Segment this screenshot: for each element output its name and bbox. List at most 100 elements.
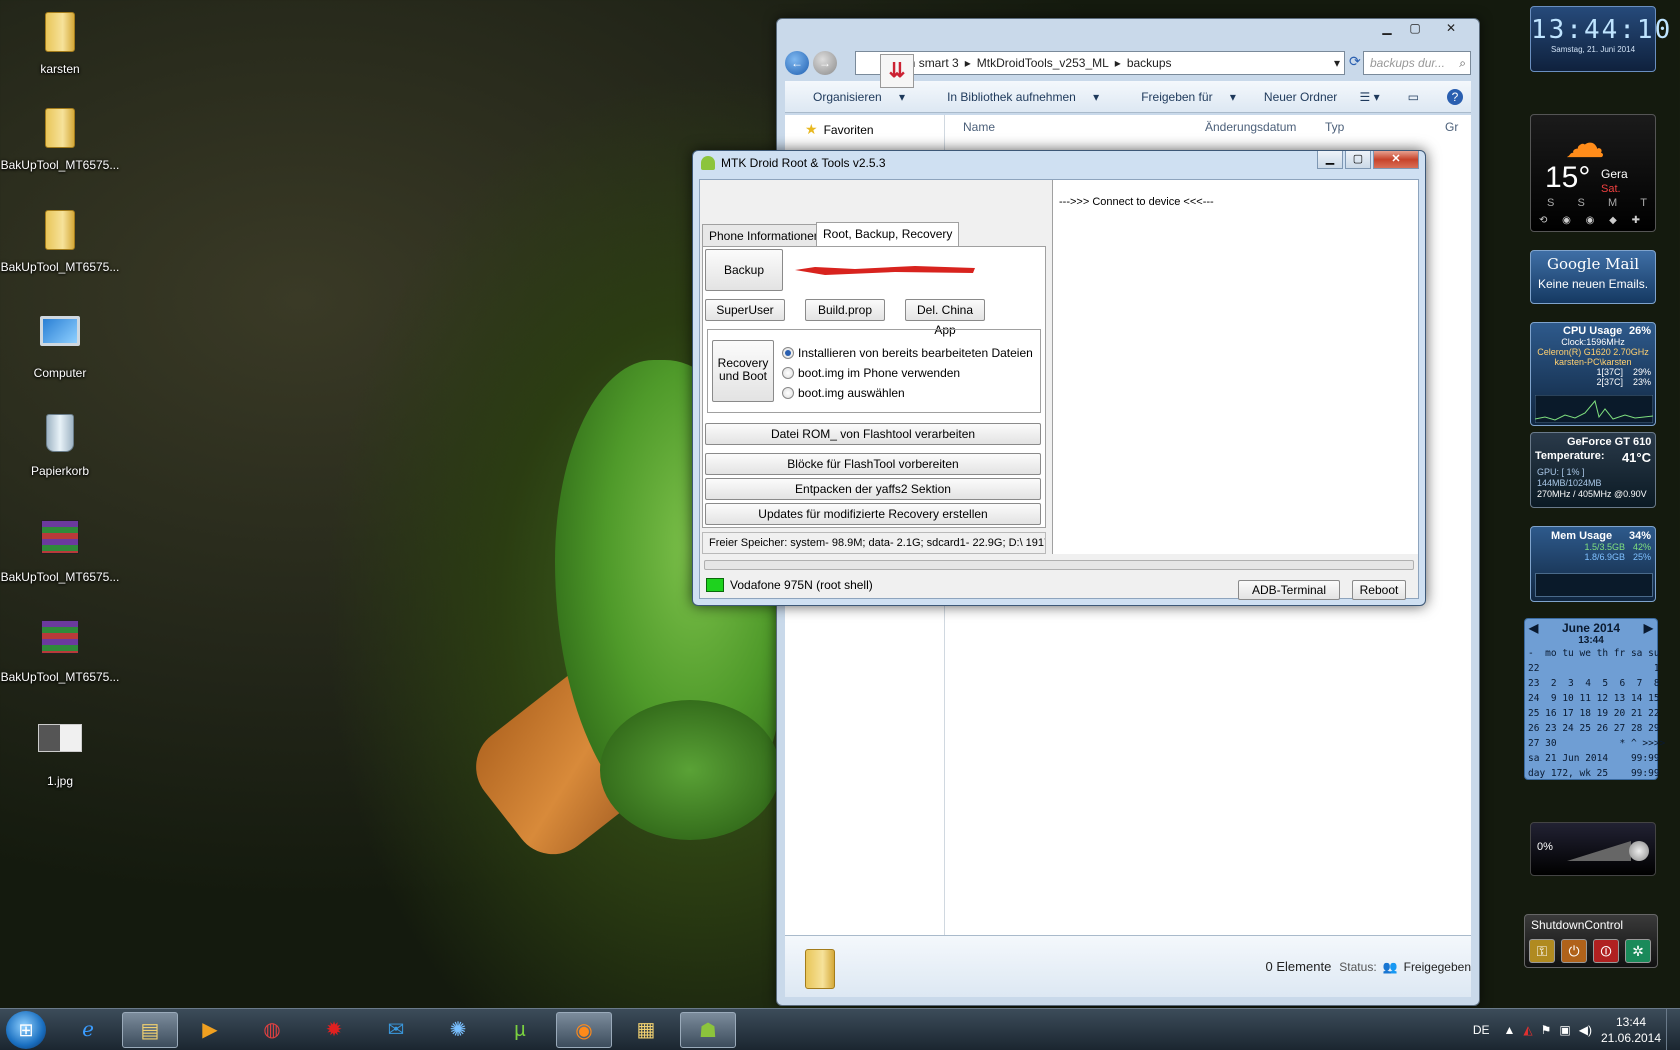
- folder-app-icon[interactable]: ▦: [618, 1012, 674, 1048]
- updates-recovery-button[interactable]: Updates für modifizierte Recovery erstel…: [705, 503, 1041, 525]
- cpu-usage-gadget[interactable]: CPU Usage 26% Clock:1596MHz Celeron(R) G…: [1530, 322, 1656, 426]
- unpack-yaffs2-button[interactable]: Entpacken der yaffs2 Sektion: [705, 478, 1041, 500]
- restart-icon[interactable]: ✲: [1625, 939, 1651, 963]
- search-input[interactable]: backups dur... ⌕: [1363, 51, 1471, 75]
- maximize-icon[interactable]: ▢: [1401, 19, 1429, 37]
- del-china-app-button[interactable]: Del. China App: [905, 299, 985, 337]
- mem-line-value: 1.8/6.9GB: [1584, 552, 1625, 562]
- refresh-icon[interactable]: ⟳: [1349, 53, 1361, 70]
- desktop-icon-karsten[interactable]: karsten: [0, 8, 120, 76]
- tab-phone-info[interactable]: Phone Informationen: [702, 224, 828, 246]
- preview-pane-icon[interactable]: ▭: [1408, 90, 1419, 104]
- browser-globe-icon[interactable]: ◍: [244, 1012, 300, 1048]
- volume-icon[interactable]: ◀): [1579, 1023, 1592, 1037]
- chevron-down-icon[interactable]: ▾: [1334, 56, 1340, 70]
- organize-menu[interactable]: Organisieren ▾: [799, 90, 905, 104]
- thunderbird-icon[interactable]: ✉: [368, 1012, 424, 1048]
- minimize-icon[interactable]: ▁: [1373, 19, 1401, 37]
- language-indicator[interactable]: DE: [1473, 1023, 1490, 1037]
- weather-gadget[interactable]: ☁ 15° Gera Sat. S S M T ⟲ ◉ ◉ ◆ ✚: [1530, 114, 1656, 232]
- nav-favorites[interactable]: ★ Favoriten: [785, 115, 944, 144]
- calendar-month: June 2014: [1561, 621, 1621, 635]
- network-app-icon[interactable]: ✺: [430, 1012, 486, 1048]
- blocks-flashtool-button[interactable]: Blöcke für FlashTool vorbereiten: [705, 453, 1041, 475]
- weather-controls-icons[interactable]: ⟲ ◉ ◉ ◆ ✚: [1539, 215, 1646, 226]
- organize-label: Organisieren: [813, 89, 882, 104]
- back-arrow-icon[interactable]: ←: [785, 51, 809, 75]
- antivirus-icon[interactable]: ◭: [1523, 1023, 1532, 1037]
- recovery-boot-button[interactable]: Recovery und Boot: [712, 340, 774, 402]
- adb-terminal-button[interactable]: ADB-Terminal: [1238, 580, 1340, 600]
- column-date[interactable]: Änderungsdatum: [1205, 120, 1325, 134]
- breadcrumb-item[interactable]: MtkDroidTools_v253_ML: [977, 56, 1109, 70]
- log-output[interactable]: --->>> Connect to device <<<---: [1052, 180, 1418, 554]
- download-arrow-icon[interactable]: ⇊: [880, 54, 914, 88]
- radio-select-bootimg[interactable]: boot.img auswählen: [782, 386, 905, 400]
- gmail-gadget[interactable]: Google Mail Keine neuen Emails.: [1530, 250, 1656, 304]
- chevron-left-icon[interactable]: ◀: [1529, 621, 1538, 635]
- key-icon[interactable]: ⚿: [1529, 939, 1555, 963]
- gpu-gadget[interactable]: GeForce GT 610 Temperature: 41°C GPU: [ …: [1530, 432, 1656, 508]
- volume-gadget[interactable]: 0%: [1530, 822, 1656, 876]
- reboot-button[interactable]: Reboot: [1352, 580, 1406, 600]
- desktop-icon-recycle-bin[interactable]: Papierkorb: [0, 410, 120, 478]
- backup-button[interactable]: Backup: [705, 249, 783, 291]
- clock-gadget[interactable]: 13:44:10 Samstag, 21. Juni 2014: [1530, 6, 1670, 72]
- search-icon[interactable]: ⌕: [1459, 52, 1466, 74]
- radio-install-edited[interactable]: Installieren von bereits bearbeiteten Da…: [782, 346, 1033, 360]
- minimize-icon[interactable]: ▁: [1317, 151, 1343, 169]
- desktop-icon-1jpg[interactable]: 1.jpg: [0, 714, 120, 788]
- column-type[interactable]: Typ: [1325, 120, 1445, 134]
- desktop-icon-bakuptool-rar-2[interactable]: BakUpTool_MT6575...: [0, 612, 120, 684]
- radio-use-phone-bootimg[interactable]: boot.img im Phone verwenden: [782, 366, 960, 380]
- desktop-icon-bakuptool-folder-1[interactable]: BakUpTool_MT6575...: [0, 104, 120, 172]
- mem-line2: 1.8/6.9GB 25%: [1531, 552, 1655, 562]
- breadcrumb-item[interactable]: backups: [1127, 56, 1172, 70]
- file-explorer-icon[interactable]: ▤: [122, 1012, 178, 1048]
- tray-clock[interactable]: 13:44 21.06.2014: [1596, 1014, 1666, 1046]
- calendar-gadget[interactable]: ◀ June 2014 ▶ 13:44 - mo tu we th fr sa …: [1524, 618, 1665, 780]
- desktop-icon-bakuptool-folder-2[interactable]: BakUpTool_MT6575...: [0, 206, 120, 274]
- power-icon[interactable]: ⏼: [1593, 939, 1619, 963]
- network-icon[interactable]: ▣: [1559, 1023, 1570, 1037]
- tab-root-backup-recovery[interactable]: Root, Backup, Recovery: [816, 222, 960, 246]
- forward-arrow-icon[interactable]: →: [813, 51, 837, 75]
- maximize-icon[interactable]: ▢: [1345, 151, 1371, 169]
- start-button[interactable]: ⊞: [6, 1011, 46, 1049]
- logoff-icon[interactable]: ⏻: [1561, 939, 1587, 963]
- desktop-icon-computer[interactable]: Computer: [0, 310, 120, 380]
- address-bar[interactable]: afon smart 3 ▸ MtkDroidTools_v253_ML ▸ b…: [855, 51, 1345, 75]
- chevron-right-icon[interactable]: ▸: [965, 56, 971, 70]
- column-name[interactable]: Name: [945, 120, 1205, 134]
- library-menu[interactable]: In Bibliothek aufnehmen ▾: [933, 90, 1099, 104]
- help-icon[interactable]: ?: [1447, 88, 1463, 105]
- chevron-right-icon[interactable]: ▶: [1644, 621, 1653, 635]
- radio-button[interactable]: [782, 387, 794, 399]
- flag-icon[interactable]: ⚑: [1541, 1023, 1552, 1037]
- android-app-icon[interactable]: ☗: [680, 1012, 736, 1048]
- internet-explorer-icon[interactable]: ℯ: [60, 1012, 116, 1048]
- shutdown-control-gadget[interactable]: ShutdownControl ⚿ ⏻ ⏼ ✲: [1524, 914, 1658, 968]
- tray-expand-icon[interactable]: ▲: [1504, 1023, 1516, 1037]
- chevron-right-icon[interactable]: ▸: [1115, 56, 1121, 70]
- firefox-icon[interactable]: ◉: [556, 1012, 612, 1048]
- new-folder-button[interactable]: Neuer Ordner: [1264, 90, 1337, 104]
- view-options-icon[interactable]: ☰ ▾: [1360, 90, 1380, 104]
- radio-button[interactable]: [782, 367, 794, 379]
- media-player-icon[interactable]: ▶: [182, 1012, 238, 1048]
- rom-flashtool-button[interactable]: Datei ROM_ von Flashtool verarbeiten: [705, 423, 1041, 445]
- utorrent-icon[interactable]: µ: [492, 1012, 548, 1048]
- close-icon[interactable]: ✕: [1429, 19, 1473, 37]
- column-size[interactable]: Gr: [1445, 120, 1458, 134]
- folder-icon: [37, 210, 83, 256]
- show-desktop-button[interactable]: [1666, 1009, 1680, 1050]
- close-icon[interactable]: ✕: [1373, 151, 1419, 169]
- share-menu[interactable]: Freigeben für ▾: [1127, 90, 1236, 104]
- desktop-icon-bakuptool-rar-1[interactable]: BakUpTool_MT6575...: [0, 512, 120, 584]
- volume-knob-icon[interactable]: [1629, 841, 1649, 861]
- mem-usage-gadget[interactable]: Mem Usage 34% 1.5/3.5GB 42% 1.8/6.9GB 25…: [1530, 526, 1656, 602]
- splat-app-icon[interactable]: ✹: [306, 1012, 362, 1048]
- radio-button-checked[interactable]: [782, 347, 794, 359]
- buildprop-button[interactable]: Build.prop: [805, 299, 885, 321]
- superuser-button[interactable]: SuperUser: [705, 299, 785, 321]
